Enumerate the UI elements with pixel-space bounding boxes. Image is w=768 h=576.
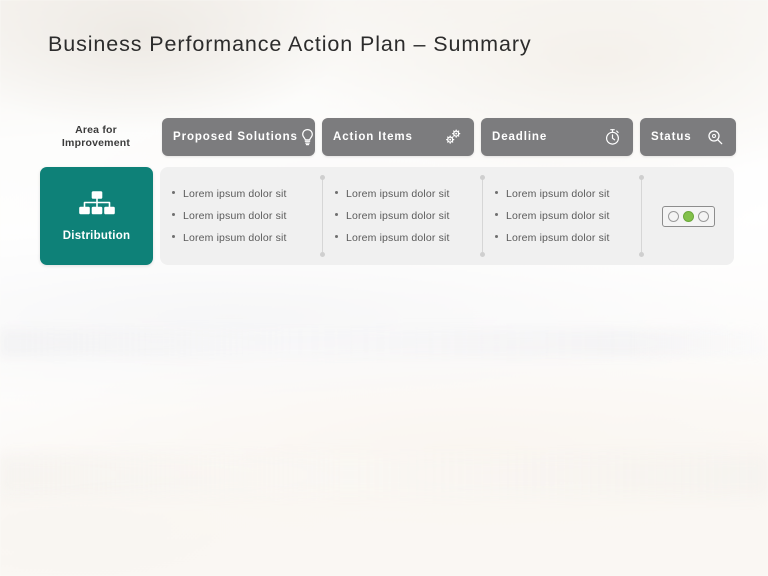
list-item: Lorem ipsum dolor sit [335,210,485,222]
column-divider [320,175,325,257]
list-item: Lorem ipsum dolor sit [335,232,485,244]
column-header-label: Status [651,131,692,143]
area-for-improvement-caption: Area for Improvement [40,118,152,156]
bullet-dot-icon [495,213,498,216]
gears-icon [443,127,463,147]
column-header-action-items[interactable]: Action Items [322,118,474,156]
background-streak-upper [0,330,768,356]
cell-deadline: Lorem ipsum dolor sit Lorem ipsum dolor … [495,167,645,265]
column-header-status[interactable]: Status [640,118,736,156]
column-header-label: Proposed Solutions [173,131,298,143]
column-header-deadline[interactable]: Deadline [481,118,633,156]
bullet-dot-icon [335,213,338,216]
category-card-label: Distribution [62,229,131,242]
bullet-dot-icon [495,235,498,238]
list-item: Lorem ipsum dolor sit [495,210,645,222]
status-light-red[interactable] [667,210,679,222]
list-item: Lorem ipsum dolor sit [172,210,322,222]
background-streak-lower [0,455,768,495]
list-item: Lorem ipsum dolor sit [495,232,645,244]
area-caption-line-2: Improvement [61,137,131,149]
list-item: Lorem ipsum dolor sit [495,188,645,200]
list-item-label: Lorem ipsum dolor sit [506,232,610,244]
content-panel: Lorem ipsum dolor sit Lorem ipsum dolor … [160,167,734,265]
cell-proposed-solutions: Lorem ipsum dolor sit Lorem ipsum dolor … [172,167,322,265]
cell-status [642,167,734,265]
status-light-yellow[interactable] [682,210,694,222]
column-header-label: Deadline [492,131,548,143]
list-item-label: Lorem ipsum dolor sit [183,188,287,200]
column-header-label: Action Items [333,131,413,143]
bullet-dot-icon [172,191,175,194]
list-item-label: Lorem ipsum dolor sit [346,188,450,200]
bullet-dot-icon [495,191,498,194]
list-item-label: Lorem ipsum dolor sit [346,210,450,222]
lightbulb-icon [298,127,318,147]
column-divider [480,175,485,257]
column-header-proposed-solutions[interactable]: Proposed Solutions [162,118,315,156]
org-chart-icon [78,190,115,221]
cell-action-items: Lorem ipsum dolor sit Lorem ipsum dolor … [335,167,485,265]
area-caption-line-1: Area for [75,124,117,136]
list-item-label: Lorem ipsum dolor sit [346,232,450,244]
page-title: Business Performance Action Plan – Summa… [48,32,532,56]
list-item-label: Lorem ipsum dolor sit [506,210,610,222]
stopwatch-icon [602,127,622,147]
bullet-dot-icon [335,191,338,194]
magnifier-icon [705,127,725,147]
list-item-label: Lorem ipsum dolor sit [183,232,287,244]
list-item: Lorem ipsum dolor sit [172,232,322,244]
list-item: Lorem ipsum dolor sit [335,188,485,200]
list-item-label: Lorem ipsum dolor sit [183,210,287,222]
bullet-dot-icon [172,235,175,238]
category-card-distribution[interactable]: Distribution [40,167,153,265]
bullet-dot-icon [335,235,338,238]
status-badge[interactable] [661,205,715,227]
list-item-label: Lorem ipsum dolor sit [506,188,610,200]
bullet-dot-icon [172,213,175,216]
status-light-green[interactable] [697,210,709,222]
list-item: Lorem ipsum dolor sit [172,188,322,200]
